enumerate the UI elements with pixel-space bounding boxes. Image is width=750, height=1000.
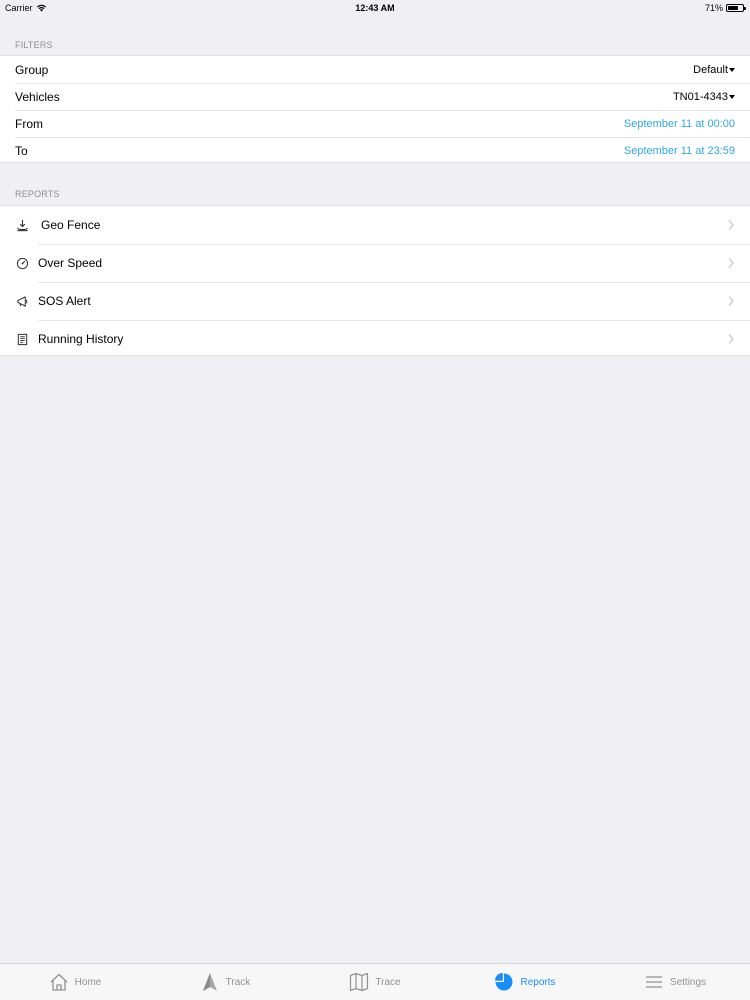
- tab-home[interactable]: Home: [0, 972, 150, 992]
- chevron-right-icon: [728, 258, 734, 268]
- report-item-sos-alert[interactable]: SOS Alert: [0, 282, 750, 320]
- caret-down-icon: [729, 94, 735, 99]
- filters-group: Group Default Vehicles TN01-4343 From Se…: [0, 55, 750, 163]
- chevron-right-icon: [728, 334, 734, 344]
- vehicles-value: TN01-4343: [672, 90, 728, 103]
- group-dropdown[interactable]: Default: [693, 64, 735, 76]
- home-icon: [49, 972, 69, 992]
- filter-label: Vehicles: [15, 89, 60, 104]
- battery-tip: [744, 7, 746, 10]
- reports-header: REPORTS: [15, 189, 60, 199]
- battery-fill: [728, 6, 738, 10]
- filters-header: FILTERS: [15, 40, 53, 50]
- filter-row-to[interactable]: To September 11 at 23:59: [0, 137, 750, 164]
- geofence-icon: [15, 218, 29, 232]
- report-item-over-speed[interactable]: Over Speed: [0, 244, 750, 282]
- tab-settings[interactable]: Settings: [600, 972, 750, 992]
- chevron-right-icon: [728, 220, 734, 230]
- pie-chart-icon: [494, 972, 514, 992]
- filter-label: To: [15, 143, 28, 158]
- to-date-picker[interactable]: September 11 at 23:59: [624, 145, 735, 157]
- report-label: Geo Fence: [41, 218, 101, 232]
- tab-track[interactable]: Track: [150, 972, 300, 992]
- report-item-geo-fence[interactable]: Geo Fence: [0, 206, 750, 244]
- report-item-running-history[interactable]: Running History: [0, 320, 750, 358]
- battery-percent: 71%: [704, 3, 723, 13]
- megaphone-icon: [15, 294, 29, 308]
- tab-reports[interactable]: Reports: [450, 972, 600, 992]
- reports-group: Geo Fence Over Speed SOS Alert Running H…: [0, 205, 750, 356]
- speedometer-icon: [15, 256, 29, 270]
- from-date-picker[interactable]: September 11 at 00:00: [624, 118, 735, 130]
- filter-row-from[interactable]: From September 11 at 00:00: [0, 110, 750, 137]
- battery-indicator: 71%: [704, 3, 746, 13]
- tab-label: Track: [225, 976, 251, 988]
- tab-label: Reports: [520, 976, 556, 988]
- filter-row-group[interactable]: Group Default: [0, 56, 750, 83]
- menu-lines-icon: [644, 972, 664, 992]
- filter-row-vehicles[interactable]: Vehicles TN01-4343: [0, 83, 750, 110]
- status-time: 12:43 AM: [355, 3, 395, 13]
- vehicles-dropdown[interactable]: TN01-4343: [673, 91, 735, 103]
- report-label: Running History: [38, 332, 124, 346]
- tab-bar: Home Track Trace Reports Settings: [0, 963, 750, 1000]
- navigation-arrow-icon: [200, 972, 220, 992]
- tab-label: Trace: [375, 976, 401, 988]
- status-bar: Carrier 12:43 AM 71%: [0, 0, 750, 16]
- caret-down-icon: [729, 67, 735, 72]
- battery-icon: [726, 4, 746, 12]
- tab-label: Home: [74, 976, 102, 988]
- map-icon: [349, 972, 369, 992]
- tab-trace[interactable]: Trace: [300, 972, 450, 992]
- group-value: Default: [693, 63, 728, 76]
- document-icon: [15, 332, 29, 346]
- filter-label: Group: [15, 62, 49, 77]
- tab-label: Settings: [669, 976, 707, 988]
- chevron-right-icon: [728, 296, 734, 306]
- report-label: Over Speed: [38, 256, 103, 270]
- report-label: SOS Alert: [38, 294, 91, 308]
- filter-label: From: [15, 116, 43, 131]
